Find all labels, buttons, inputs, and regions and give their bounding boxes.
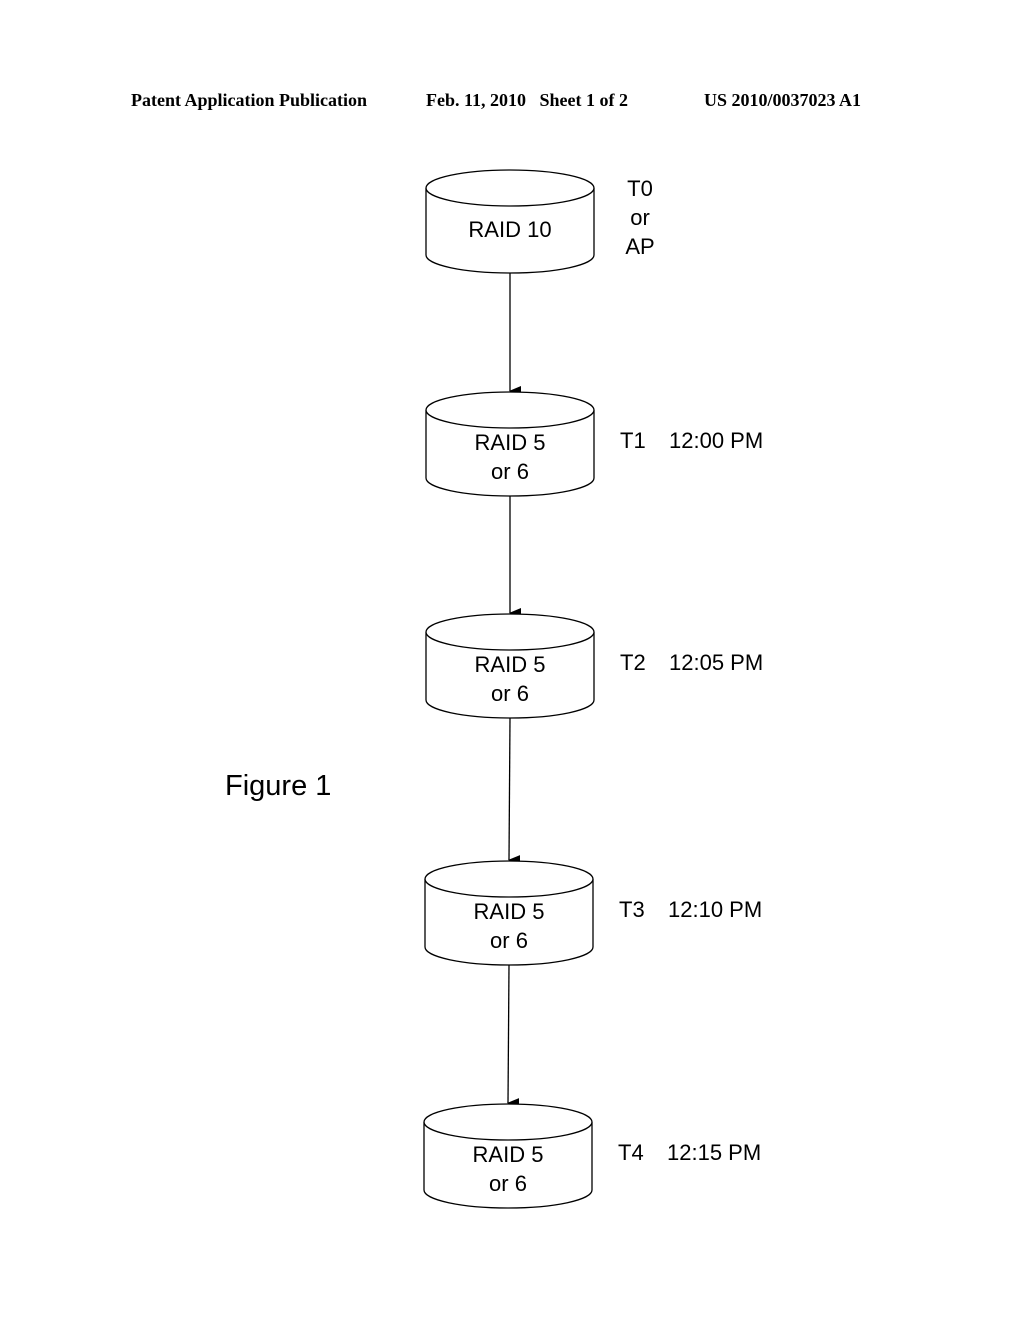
- raid-level-label: or 6: [489, 1171, 527, 1196]
- raid-level-label: RAID 5: [474, 899, 545, 924]
- raid-level-label: or 6: [490, 928, 528, 953]
- cylinder-top: [424, 860, 594, 898]
- timestamp-label: 12:10 PM: [668, 897, 762, 922]
- timestamp-label: 12:00 PM: [669, 428, 763, 453]
- storage-node: RAID 5 or 6 T2 12:05 PM: [425, 613, 763, 719]
- time-marker-label: T2: [620, 650, 646, 675]
- time-marker-label: or: [630, 205, 650, 230]
- storage-node: RAID 10 T0 or AP: [425, 169, 655, 274]
- cylinder-top: [425, 613, 595, 651]
- time-marker-label: T0: [627, 176, 653, 201]
- raid-level-label: RAID 5: [475, 430, 546, 455]
- time-marker-label: AP: [625, 234, 654, 259]
- cylinder-top: [423, 1103, 593, 1141]
- figure-label: Figure 1: [225, 770, 331, 802]
- cylinder-top: [425, 391, 595, 429]
- storage-node: RAID 5 or 6 T1 12:00 PM: [425, 391, 763, 497]
- timestamp-label: 12:15 PM: [667, 1140, 761, 1165]
- flow-arrow: [508, 717, 521, 866]
- raid-level-label: RAID 10: [468, 217, 551, 242]
- raid-level-label: or 6: [491, 681, 529, 706]
- storage-node: RAID 5 or 6 T3 12:10 PM: [424, 860, 762, 966]
- time-marker-label: T4: [618, 1140, 644, 1165]
- cylinder-top: [425, 169, 595, 207]
- timestamp-label: 12:05 PM: [669, 650, 763, 675]
- storage-node: RAID 5 or 6 T4 12:15 PM: [423, 1103, 761, 1209]
- time-marker-label: T3: [619, 897, 645, 922]
- flow-arrow: [507, 964, 520, 1109]
- raid-level-label: RAID 5: [475, 652, 546, 677]
- raid-timeline-diagram: Figure 1 RAID 10 T0 or AP RAID 5 or 6 T1 12:00 …: [225, 169, 763, 1209]
- raid-level-label: or 6: [491, 459, 529, 484]
- time-marker-label: T1: [620, 428, 646, 453]
- raid-level-label: RAID 5: [473, 1142, 544, 1167]
